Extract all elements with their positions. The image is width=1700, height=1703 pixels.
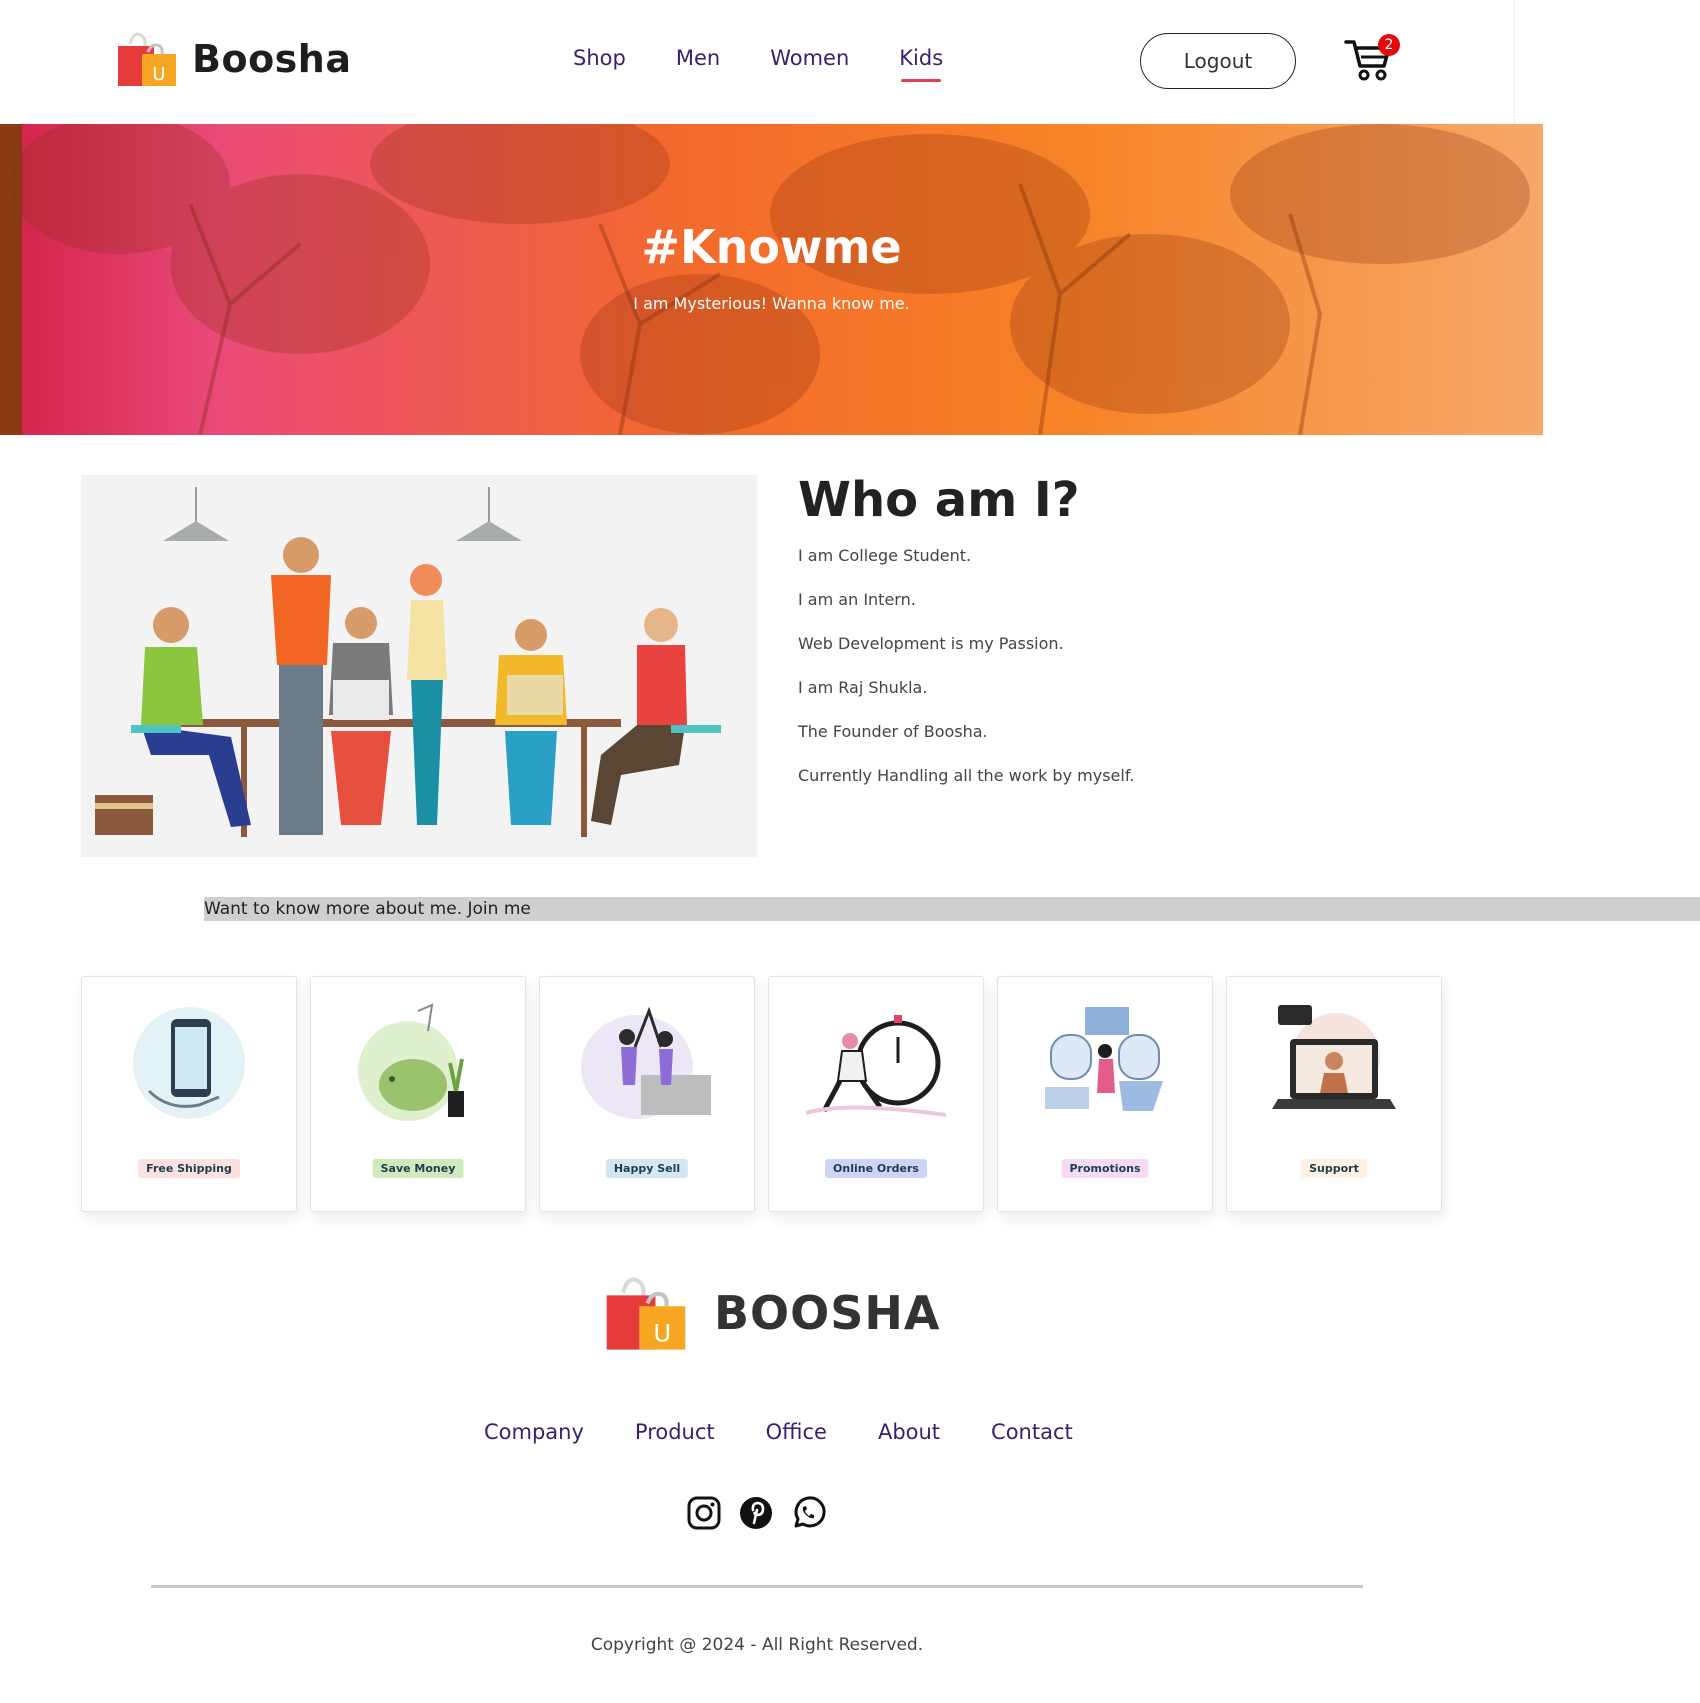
nav-item-men[interactable]: Men [676,46,720,76]
footer-link-company[interactable]: Company [484,1420,584,1444]
promotions-illustration-icon [1045,1007,1163,1111]
nav-item-shop[interactable]: Shop [573,46,626,76]
about-line: The Founder of Boosha. [798,722,988,741]
feature-label: Online Orders [825,1159,927,1178]
feature-card-free-shipping[interactable]: Free Shipping [81,976,297,1212]
pinterest-icon[interactable] [738,1495,774,1531]
feature-label: Happy Sell [605,1159,689,1178]
hero-title: #Knowme [641,220,902,274]
about-line: I am College Student. [798,546,972,565]
cart-count-badge: 2 [1378,34,1400,56]
footer-nav: Company Product Office About Contact [484,1420,1124,1444]
support-laptop-icon [1272,1005,1396,1109]
feature-card-happy-sell[interactable]: Happy Sell [539,976,755,1212]
nav-item-kids[interactable]: Kids [899,46,943,82]
footer-link-about[interactable]: About [878,1420,940,1444]
about-title: Who am I? [798,472,1080,528]
phone-payment-illustration-icon [133,1007,245,1119]
instagram-icon[interactable] [686,1495,722,1531]
footer-link-contact[interactable]: Contact [991,1420,1073,1444]
shopping-bag-logo-icon: U [604,1273,688,1353]
footer-brand[interactable]: U BOOSHA [604,1273,941,1353]
piggy-bank-icon [358,1003,464,1121]
hero-banner: #Knowme I am Mysterious! Wanna know me. [0,124,1543,435]
shopping-bag-logo-icon: U [116,30,178,88]
svg-text:U: U [653,1318,671,1347]
about-line: I am Raj Shukla. [798,678,928,697]
svg-text:U: U [152,64,165,85]
feature-cards: Free Shipping Save Money Happy Sell Onli… [81,976,1455,1212]
hero-subtitle: I am Mysterious! Wanna know me. [633,294,910,313]
copyright-text: Copyright @ 2024 - All Right Reserved. [590,1635,924,1655]
social-links [686,1495,842,1531]
footer-link-office[interactable]: Office [766,1420,827,1444]
about-line: Currently Handling all the work by mysel… [798,766,1135,785]
feature-card-support[interactable]: Support [1226,976,1442,1212]
feature-label: Promotions [1061,1159,1149,1178]
high-five-illustration-icon [581,1006,711,1119]
whatsapp-icon[interactable] [790,1495,826,1531]
logout-button[interactable]: Logout [1140,33,1296,89]
feature-label: Save Money [372,1159,464,1178]
tree-silhouette-background [10,124,1530,435]
feature-card-promotions[interactable]: Promotions [997,976,1213,1212]
feature-label: Support [1301,1159,1367,1178]
footer-link-product[interactable]: Product [635,1420,715,1444]
site-header: U Boosha Shop Men Women Kids Logout 2 [0,0,1515,124]
stopwatch-runner-icon [806,1015,946,1117]
footer-brand-name: BOOSHA [714,1286,941,1340]
about-line: Web Development is my Passion. [798,634,1064,653]
about-line: I am an Intern. [798,590,916,609]
feature-card-online-orders[interactable]: Online Orders [768,976,984,1212]
about-list: I am College Student. I am an Intern. We… [798,543,1134,807]
main-nav: Shop Men Women Kids [573,46,993,82]
brand[interactable]: U Boosha [116,30,352,88]
team-illustration [81,475,757,857]
nav-item-women[interactable]: Women [770,46,849,76]
feature-card-save-money[interactable]: Save Money [310,976,526,1212]
join-bar[interactable]: Want to know more about me. Join me [204,897,1700,921]
feature-label: Free Shipping [138,1159,240,1178]
footer-divider [151,1585,1363,1588]
brand-name: Boosha [192,37,352,81]
